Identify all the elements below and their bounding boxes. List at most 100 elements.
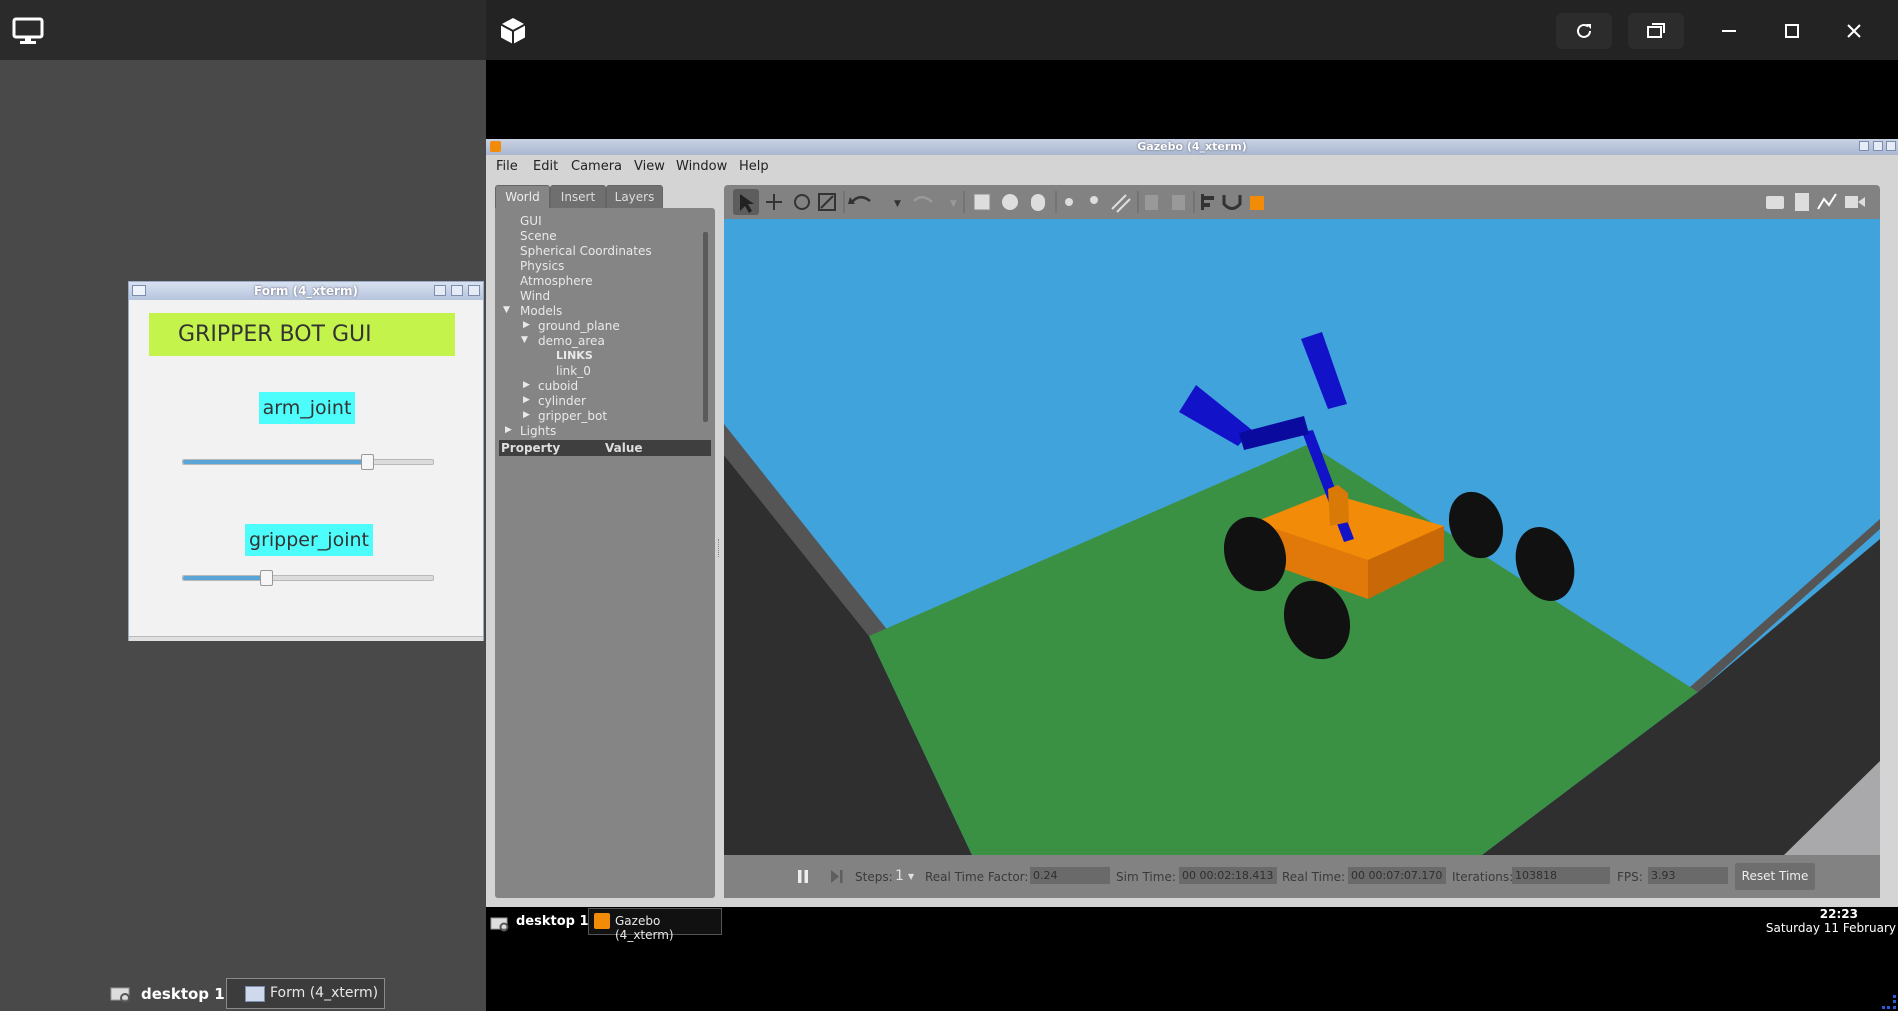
tree-cuboid[interactable]: cuboid [538,379,578,393]
video-record-icon[interactable] [1845,196,1865,208]
tree-lights[interactable]: Lights [520,424,556,438]
desktop-switch-icon[interactable] [110,986,132,1004]
left-taskbar: desktop 1 Form (4_xterm) [0,975,486,1011]
value-col: Value [605,441,643,455]
restore-windows-button[interactable] [1628,13,1684,49]
collapse-arrow-icon[interactable]: ▶ [523,395,530,405]
tree-scrollbar[interactable] [703,232,708,422]
menu-view[interactable]: View [634,159,665,174]
menu-file[interactable]: File [496,159,518,174]
align-icon[interactable] [1201,194,1214,210]
minimize-button[interactable] [1701,13,1757,49]
tree-cylinder[interactable]: cylinder [538,394,586,408]
render-area: ▼ ▼ Steps: 1 ▼ Real Time Factor: 0.24 Si… [724,185,1880,898]
redo-icon[interactable] [913,196,933,203]
tab-world[interactable]: World [495,185,550,209]
sphere-shape-icon[interactable] [1002,194,1018,210]
tab-layers[interactable]: Layers [606,185,663,209]
gazebo-task-button[interactable]: Gazebo (4_xterm) [588,908,722,942]
gazebo-task-icon [594,913,610,929]
left-desktop-label[interactable]: desktop 1 [141,985,225,1003]
gripper-joint-slider-handle[interactable] [260,570,273,586]
tree-wind[interactable]: Wind [520,289,550,303]
menu-camera[interactable]: Camera [571,159,622,174]
tree-ground-plane[interactable]: ground_plane [538,319,620,333]
redo-dropdown-icon[interactable]: ▼ [950,199,957,209]
steps-dropdown-icon[interactable]: ▼ [908,872,914,881]
paste-icon[interactable] [1172,195,1185,210]
rtf-field: 0.24 [1030,867,1110,884]
tab-insert[interactable]: Insert [550,185,606,209]
scale-icon[interactable] [818,193,836,211]
screenshot-camera-icon[interactable] [1766,196,1784,209]
form-title-bar[interactable]: Form (4_xterm) [129,282,483,300]
minimize-icon[interactable] [434,285,446,296]
real-time-label: Real Time: [1282,870,1346,884]
rotate-icon[interactable] [794,194,810,210]
tree-scene[interactable]: Scene [520,229,557,243]
reset-time-button[interactable]: Reset Time [1735,863,1815,890]
maximize-button[interactable] [1764,13,1820,49]
tree-physics[interactable]: Physics [520,259,564,273]
steps-label: Steps: [855,870,893,884]
tree-models[interactable]: Models [520,304,562,318]
point-light-icon[interactable] [1065,198,1073,206]
resize-grip-icon[interactable] [1882,995,1896,1009]
render-toolbar: ▼ ▼ [724,185,1880,219]
tree-spherical[interactable]: Spherical Coordinates [520,244,652,258]
desktop-switch-icon[interactable] [490,916,510,932]
menu-help[interactable]: Help [739,159,769,174]
right-top-bar [486,0,1898,60]
tree-demo-area[interactable]: demo_area [538,334,605,348]
collapse-arrow-icon[interactable]: ▶ [505,425,512,435]
view-angle-icon[interactable] [1250,196,1264,210]
collapse-arrow-icon[interactable]: ▶ [523,410,530,420]
gazebo-desktop-label[interactable]: desktop 1 [516,914,589,929]
copy-icon[interactable] [1145,195,1158,210]
box-shape-icon[interactable] [973,193,991,211]
gazebo-window: Gazebo (4_xterm) File Edit Camera View W… [486,139,1898,907]
expand-arrow-icon[interactable]: ▼ [521,335,528,345]
spot-light-icon[interactable] [1090,196,1098,204]
cylinder-shape-icon[interactable] [1031,194,1045,211]
splitter-handle[interactable] [718,539,722,557]
collapse-arrow-icon[interactable]: ▶ [523,380,530,390]
gz-maximize-icon[interactable] [1873,141,1883,151]
left-top-bar [0,0,486,60]
menu-window[interactable]: Window [676,159,727,174]
close-icon[interactable] [468,285,480,296]
pause-icon[interactable] [796,869,810,884]
tree-link-0[interactable]: link_0 [556,364,591,378]
window-menu-icon[interactable] [132,285,146,296]
monitor-icon[interactable] [12,17,44,45]
form-task-button[interactable]: Form (4_xterm) [226,978,385,1009]
refresh-button[interactable] [1556,13,1612,49]
menu-edit[interactable]: Edit [533,159,558,174]
arm-joint-slider-handle[interactable] [361,454,374,470]
tree-gui[interactable]: GUI [520,214,542,228]
plot-icon[interactable] [1817,193,1837,210]
form-bottom-scrollbar[interactable] [129,636,483,641]
maximize-icon[interactable] [451,285,463,296]
arm-joint-slider[interactable] [182,454,434,470]
step-icon[interactable] [830,869,844,884]
undo-icon[interactable] [851,196,871,203]
directional-light-icon[interactable] [1111,194,1131,213]
steps-value[interactable]: 1 [895,868,904,884]
log-icon[interactable] [1795,193,1809,211]
collapse-arrow-icon[interactable]: ▶ [523,320,530,330]
translate-icon[interactable] [766,194,782,210]
gz-close-icon[interactable] [1886,141,1896,151]
gz-minimize-icon[interactable] [1859,141,1869,151]
close-button[interactable] [1826,13,1882,49]
gazebo-title-bar[interactable]: Gazebo (4_xterm) [486,139,1898,155]
tree-atmosphere[interactable]: Atmosphere [520,274,593,288]
tree-gripper-bot[interactable]: gripper_bot [538,409,607,423]
expand-arrow-icon[interactable]: ▼ [503,305,510,315]
snap-magnet-icon[interactable] [1222,195,1242,210]
gazebo-title-icon [490,141,501,152]
scene-view[interactable] [724,219,1880,855]
tree-links[interactable]: LINKS [556,349,593,362]
gui-heading: GRIPPER BOT GUI [149,313,455,356]
gripper-joint-slider[interactable] [182,570,434,586]
